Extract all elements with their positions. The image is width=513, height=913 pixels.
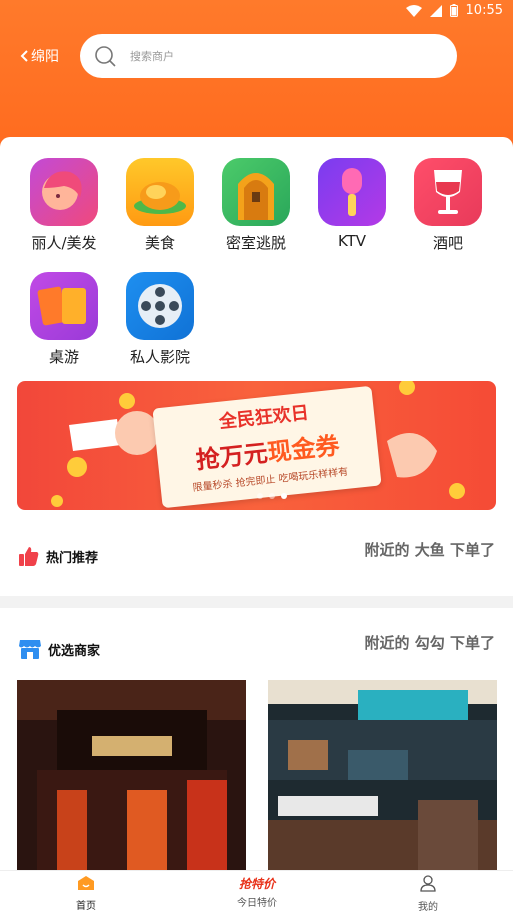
tab-mine[interactable]: 我的 xyxy=(378,875,478,913)
carousel-dot[interactable] xyxy=(257,493,263,499)
hot-recommend-title[interactable]: 热门推荐 xyxy=(18,545,98,567)
shop-photo xyxy=(268,680,497,880)
promo-banner[interactable]: 全民狂欢日 抢万元现金券 限量秒杀 抢完即止 吃喝玩乐样样有 xyxy=(17,381,496,510)
search-placeholder: 搜索商户 xyxy=(130,50,174,63)
microphone-icon xyxy=(318,158,386,226)
tab-home-label: 首页 xyxy=(76,901,96,912)
category-label: 密室逃脱 xyxy=(225,234,286,252)
search-bar[interactable]: 搜索商户 xyxy=(80,34,457,78)
carousel-dot[interactable] xyxy=(269,493,275,499)
shop-card-1[interactable] xyxy=(17,680,246,880)
status-time: 10:55 xyxy=(465,3,503,18)
category-private-cinema[interactable]: 私人影院 xyxy=(112,272,208,367)
category-beauty[interactable]: 丽人/美发 xyxy=(16,158,112,253)
category-label: 美食 xyxy=(144,234,175,252)
wifi-icon xyxy=(405,4,422,17)
status-bar: 10:55 xyxy=(0,0,513,24)
hot-order-news: 附近的 大鱼 下单了 xyxy=(364,541,495,559)
cards-icon xyxy=(30,272,98,340)
banner-line2a: 抢万元 xyxy=(194,439,270,475)
user-icon xyxy=(420,875,436,892)
signal-icon xyxy=(429,4,442,17)
merchants-order-news: 附近的 勾勾 下单了 xyxy=(364,634,495,652)
food-icon xyxy=(126,158,194,226)
carousel-dots xyxy=(257,493,287,499)
main-content: 丽人/美发 美食 密室逃脱 KTV 酒吧 桌游 私人影院 全民狂欢日 抢万元现金… xyxy=(0,137,513,880)
beauty-icon xyxy=(30,158,98,226)
location-label: 绵阳 xyxy=(31,49,59,65)
category-escape-room[interactable]: 密室逃脱 xyxy=(208,158,304,253)
location-selector[interactable]: 绵阳 xyxy=(20,46,59,66)
header-background xyxy=(0,0,513,160)
merchants-header: 优选商家 附近的 勾勾 下单了 xyxy=(0,628,513,668)
category-label: 桌游 xyxy=(48,348,79,366)
banner-line2b: 现金券 xyxy=(266,431,341,467)
tab-today-deals-label: 今日特价 xyxy=(237,898,277,909)
film-reel-icon xyxy=(126,272,194,340)
hot-recommend-header: 热门推荐 附近的 大鱼 下单了 xyxy=(0,535,513,575)
escape-room-icon xyxy=(222,158,290,226)
merchants-label: 优选商家 xyxy=(48,643,101,659)
merchants-title[interactable]: 优选商家 xyxy=(18,638,100,660)
category-label: 私人影院 xyxy=(129,348,190,366)
tab-home[interactable]: 首页 xyxy=(36,875,136,912)
battery-icon xyxy=(449,4,458,17)
home-icon xyxy=(78,876,94,890)
wine-glass-icon xyxy=(414,158,482,226)
category-label: 丽人/美发 xyxy=(31,234,97,252)
flash-sale-icon: 抢特价 xyxy=(238,877,275,891)
category-food[interactable]: 美食 xyxy=(112,158,208,253)
category-ktv[interactable]: KTV xyxy=(304,158,400,250)
carousel-dot-active[interactable] xyxy=(281,493,287,499)
bottom-tab-bar: 首页 抢特价 今日特价 我的 xyxy=(0,870,513,913)
category-label: 酒吧 xyxy=(432,234,463,252)
category-board-games[interactable]: 桌游 xyxy=(16,272,112,367)
category-bar[interactable]: 酒吧 xyxy=(400,158,496,253)
shop-icon xyxy=(19,640,41,659)
tab-mine-label: 我的 xyxy=(418,902,438,913)
search-icon xyxy=(95,46,116,67)
shop-card-2[interactable] xyxy=(268,680,497,880)
category-label: KTV xyxy=(337,232,367,250)
section-divider xyxy=(0,596,513,608)
chevron-left-icon xyxy=(20,50,28,62)
hot-recommend-label: 热门推荐 xyxy=(46,550,99,566)
shop-photo xyxy=(17,680,246,880)
tab-today-deals[interactable]: 抢特价 今日特价 xyxy=(207,875,307,909)
thumbs-up-icon xyxy=(19,547,39,566)
